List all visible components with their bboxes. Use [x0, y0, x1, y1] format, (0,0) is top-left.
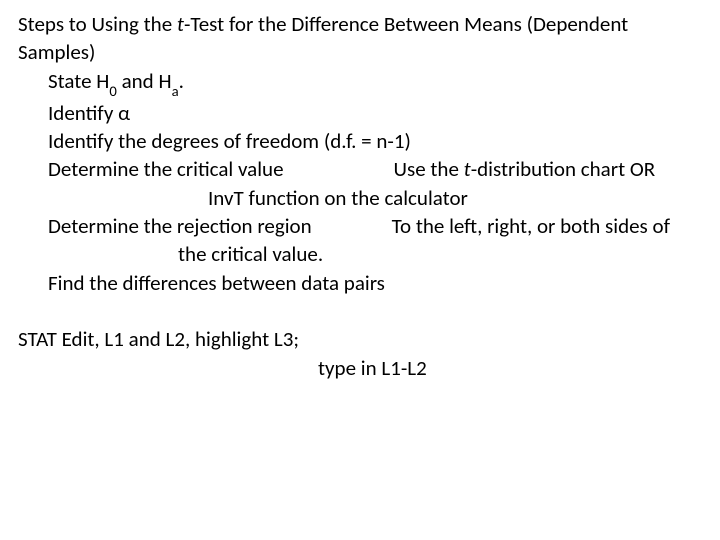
step4-t: t — [464, 156, 471, 182]
step2: Identify α — [48, 100, 130, 126]
step1-b: and H — [117, 68, 172, 94]
title-t: t — [177, 11, 184, 37]
step1-a: State H — [48, 68, 109, 94]
slide-content: Steps to Using the t-Test for the Differ… — [18, 10, 702, 382]
step4-a: Determine the critical value — [48, 156, 284, 182]
step1-c: . — [179, 68, 184, 94]
step6-b: STAT Edit, L1 and L2, highlight L3; — [18, 326, 299, 352]
step5-b: To the left, right, or both sides of — [392, 213, 670, 239]
step4-b: Use the — [394, 156, 464, 182]
title-text-1: Steps to Using the — [18, 11, 177, 37]
step1-sub0: 0 — [109, 82, 116, 100]
step3: Identify the degrees of freedom (d.f. = … — [48, 128, 411, 154]
step6: Find the differences between data pairs — [48, 270, 385, 296]
step5-a: Determine the rejection region — [48, 213, 312, 239]
step1-suba: a — [172, 82, 179, 100]
step4-d: InvT function on the calculator — [208, 185, 468, 211]
step6-c: type in L1-L2 — [318, 355, 427, 381]
step4-c: -distribution chart OR — [471, 156, 655, 182]
step5-c: the critical value. — [178, 241, 323, 267]
